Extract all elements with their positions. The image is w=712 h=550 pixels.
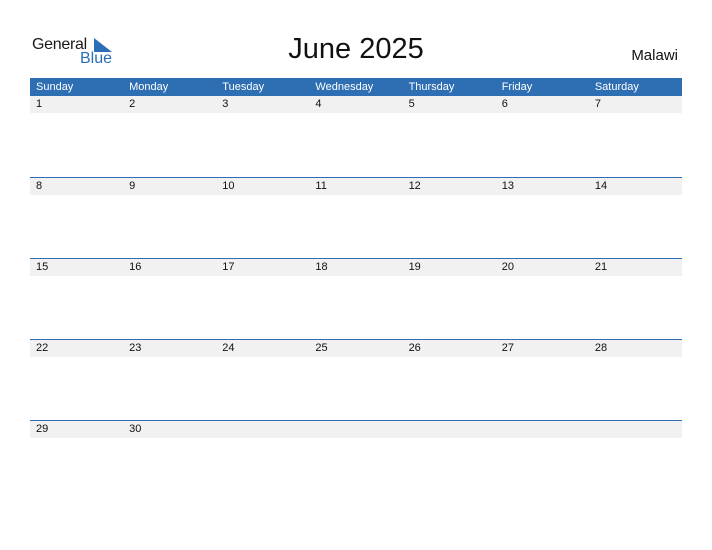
day-cell: 22: [36, 342, 49, 354]
weekday-monday: Monday: [129, 81, 169, 93]
weekday-friday: Friday: [501, 81, 533, 93]
day-cell: 26: [408, 342, 421, 354]
day-cell: 10: [222, 180, 235, 192]
date-strip: 22 23 24 25 26 27 28: [30, 340, 682, 357]
day-cell: 21: [594, 261, 608, 273]
day-cell: [309, 421, 402, 438]
day-cell: 30: [129, 423, 142, 435]
weekday-header: Sunday Monday Tuesday Wednesday Thursday…: [30, 78, 682, 96]
day-cell: 5: [408, 98, 415, 110]
date-strip: 29 30: [30, 421, 682, 438]
weekday-wednesday: Wednesday: [315, 81, 374, 93]
day-cell: 23: [129, 342, 142, 354]
day-cell: 15: [36, 261, 49, 273]
day-cell: [589, 421, 682, 438]
day-cell: 27: [501, 342, 514, 354]
date-strip: 15 16 17 18 19 20 21: [30, 259, 682, 276]
day-cell: 9: [129, 180, 136, 192]
day-cell: 20: [501, 261, 514, 273]
day-cell: 19: [408, 261, 421, 273]
week-row: 22 23 24 25 26 27 28: [30, 339, 682, 420]
country-label: Malawi: [631, 47, 678, 64]
day-cell: 3: [222, 98, 229, 110]
day-cell: 13: [501, 180, 514, 192]
week-row: 1 2 3 4 5 6 7: [30, 96, 682, 177]
day-cell: 11: [315, 180, 327, 192]
day-cell: 24: [222, 342, 235, 354]
calendar: Sunday Monday Tuesday Wednesday Thursday…: [30, 78, 682, 501]
day-cell: 16: [129, 261, 142, 273]
day-cell: [496, 421, 589, 438]
page-title: June 2025: [288, 33, 424, 65]
day-cell: 29: [36, 423, 49, 435]
day-cell: 4: [315, 98, 322, 110]
week-row: 8 9 10 11 12 13 14: [30, 177, 682, 258]
day-cell: 8: [36, 180, 43, 192]
day-cell: 25: [315, 342, 328, 354]
day-cell: [216, 421, 309, 438]
week-row: 29 30: [30, 420, 682, 501]
weekday-thursday: Thursday: [408, 81, 455, 93]
date-strip: 8 9 10 11 12 13 14: [30, 178, 682, 195]
day-cell: 7: [594, 98, 601, 110]
day-cell: 12: [408, 180, 421, 192]
day-cell: 17: [222, 261, 235, 273]
weekday-sunday: Sunday: [36, 81, 74, 93]
day-cell: 28: [594, 342, 608, 354]
date-strip: 1 2 3 4 5 6 7: [30, 96, 682, 113]
week-row: 15 16 17 18 19 20 21: [30, 258, 682, 339]
day-cell: 14: [594, 180, 608, 192]
day-cell: 1: [36, 98, 43, 110]
day-cell: 2: [129, 98, 136, 110]
day-cell: 6: [501, 98, 508, 110]
day-cell: 18: [315, 261, 328, 273]
weekday-tuesday: Tuesday: [222, 81, 265, 93]
weekday-saturday: Saturday: [594, 81, 639, 93]
day-cell: [403, 421, 496, 438]
